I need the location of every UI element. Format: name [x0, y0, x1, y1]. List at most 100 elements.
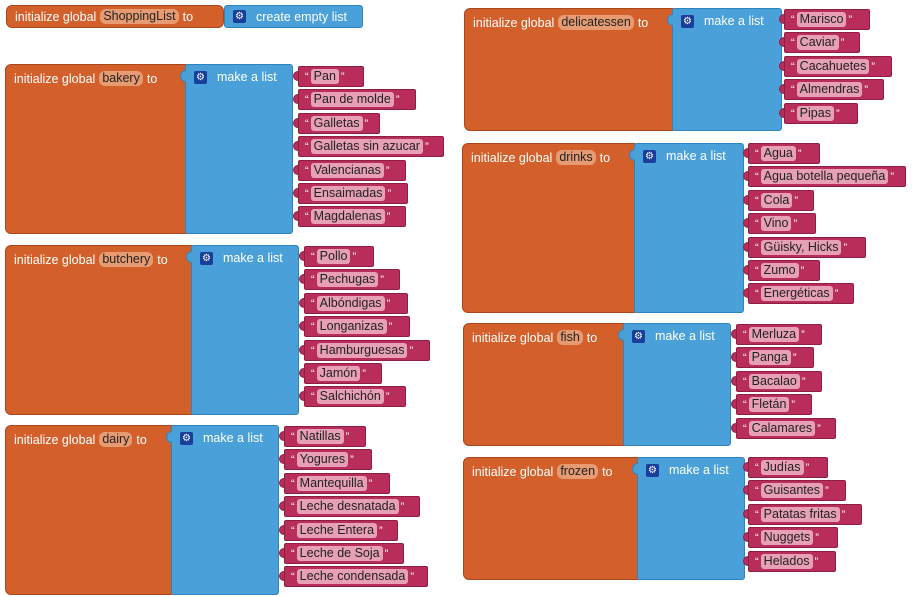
text-item[interactable]: “Pipas” [784, 103, 858, 124]
text-value[interactable]: Leche desnatada [296, 499, 399, 514]
text-item[interactable]: “Yogures” [284, 449, 372, 470]
text-item[interactable]: “Merluza” [736, 324, 822, 345]
text-item[interactable]: “Guisantes” [748, 480, 846, 501]
variable-name-drinks[interactable]: drinks [556, 150, 596, 165]
make-a-list-block-butchery[interactable]: ⚙ make a list [191, 245, 299, 415]
text-value[interactable]: Vino [760, 216, 792, 231]
init-block-fish[interactable]: initialize global fish to [463, 323, 629, 446]
text-item[interactable]: “Leche Entera” [284, 520, 398, 541]
text-value[interactable]: Almendras [796, 82, 863, 97]
text-item[interactable]: “Patatas fritas” [748, 504, 862, 525]
text-value[interactable]: Salchichón [316, 389, 384, 404]
text-value[interactable]: Pan [310, 69, 339, 84]
text-value[interactable]: Pollo [316, 249, 351, 264]
text-value[interactable]: Mantequilla [296, 476, 367, 491]
text-value[interactable]: Pipas [796, 106, 834, 121]
variable-name-shoppinglist[interactable]: ShoppingList [100, 9, 179, 24]
text-value[interactable]: Natillas [296, 429, 344, 444]
make-a-list-block-frozen[interactable]: ⚙ make a list [637, 457, 745, 580]
text-item[interactable]: “Magdalenas” [298, 206, 406, 227]
variable-name-dairy[interactable]: dairy [99, 432, 133, 447]
text-item[interactable]: “Güisky, Hicks” [748, 237, 866, 258]
text-item[interactable]: “Natillas” [284, 426, 366, 447]
text-item[interactable]: “Judías” [748, 457, 828, 478]
text-value[interactable]: Zumo [760, 263, 799, 278]
text-item[interactable]: “Calamares” [736, 418, 836, 439]
text-item[interactable]: “Caviar” [784, 32, 860, 53]
make-a-list-block-drinks[interactable]: ⚙ make a list [634, 143, 744, 313]
gear-icon[interactable]: ⚙ [194, 70, 207, 84]
gear-icon[interactable]: ⚙ [200, 251, 213, 265]
text-item[interactable]: “Leche de Soja” [284, 543, 404, 564]
text-value[interactable]: Güisky, Hicks [760, 240, 842, 255]
text-value[interactable]: Caviar [796, 35, 839, 50]
init-block-butchery[interactable]: initialize global butchery to [5, 245, 197, 415]
text-value[interactable]: Leche de Soja [296, 546, 383, 561]
gear-icon[interactable]: ⚙ [180, 431, 193, 445]
text-value[interactable]: Cola [760, 193, 793, 208]
text-value[interactable]: Merluza [748, 327, 800, 342]
text-item[interactable]: “Longanizas” [304, 316, 410, 337]
variable-name-frozen[interactable]: frozen [557, 464, 599, 479]
text-value[interactable]: Guisantes [760, 483, 823, 498]
text-value[interactable]: Helados [760, 554, 813, 569]
text-value[interactable]: Yogures [296, 452, 349, 467]
variable-name-fish[interactable]: fish [557, 330, 583, 345]
variable-name-butchery[interactable]: butchery [99, 252, 154, 267]
text-value[interactable]: Valencianas [310, 163, 384, 178]
text-item[interactable]: “Panga” [736, 347, 814, 368]
make-a-list-block-dairy[interactable]: ⚙ make a list [171, 425, 279, 595]
text-item[interactable]: “Cola” [748, 190, 814, 211]
text-item[interactable]: “Pollo” [304, 246, 374, 267]
text-value[interactable]: Cacahuetes [796, 59, 870, 74]
init-block-delicatessen[interactable]: initialize global delicatessen to [464, 8, 678, 131]
make-a-list-block-fish[interactable]: ⚙ make a list [623, 323, 731, 446]
text-value[interactable]: Galletas sin azucar [310, 139, 423, 154]
text-item[interactable]: “Hamburguesas” [304, 340, 430, 361]
gear-icon[interactable]: ⚙ [646, 463, 659, 477]
text-value[interactable]: Leche condensada [296, 569, 409, 584]
text-item[interactable]: “Jamón” [304, 363, 382, 384]
gear-icon[interactable]: ⚙ [233, 10, 246, 23]
text-value[interactable]: Marisco [796, 12, 847, 27]
text-value[interactable]: Energéticas [760, 286, 833, 301]
text-item[interactable]: “Agua” [748, 143, 820, 164]
variable-name-bakery[interactable]: bakery [99, 71, 143, 86]
text-item[interactable]: “Pechugas” [304, 269, 400, 290]
text-item[interactable]: “Salchichón” [304, 386, 406, 407]
text-item[interactable]: “Marisco” [784, 9, 870, 30]
text-item[interactable]: “Galletas sin azucar” [298, 136, 444, 157]
text-value[interactable]: Magdalenas [310, 209, 385, 224]
text-item[interactable]: “Zumo” [748, 260, 820, 281]
text-value[interactable]: Longanizas [316, 319, 387, 334]
text-item[interactable]: “Helados” [748, 551, 836, 572]
make-a-list-block-delicatessen[interactable]: ⚙ make a list [672, 8, 782, 131]
text-value[interactable]: Pechugas [316, 272, 379, 287]
text-item[interactable]: “Pan de molde” [298, 89, 416, 110]
text-item[interactable]: “Leche desnatada” [284, 496, 420, 517]
text-item[interactable]: “Vino” [748, 213, 816, 234]
init-block-drinks[interactable]: initialize global drinks to [462, 143, 640, 313]
text-value[interactable]: Agua botella pequeña [760, 169, 889, 184]
text-value[interactable]: Albóndigas [316, 296, 385, 311]
gear-icon[interactable]: ⚙ [681, 14, 694, 28]
text-item[interactable]: “Fletán” [736, 394, 812, 415]
text-value[interactable]: Ensaimadas [310, 186, 386, 201]
text-value[interactable]: Pan de molde [310, 92, 394, 107]
gear-icon[interactable]: ⚙ [632, 329, 645, 343]
text-value[interactable]: Bacalao [748, 374, 800, 389]
text-item[interactable]: “Nuggets” [748, 527, 838, 548]
text-item[interactable]: “Galletas” [298, 113, 380, 134]
text-value[interactable]: Calamares [748, 421, 816, 436]
text-item[interactable]: “Pan” [298, 66, 364, 87]
text-item[interactable]: “Leche condensada” [284, 566, 428, 587]
init-block-dairy[interactable]: initialize global dairy to [5, 425, 177, 595]
make-a-list-block-bakery[interactable]: ⚙ make a list [185, 64, 293, 234]
text-value[interactable]: Fletán [748, 397, 790, 412]
text-value[interactable]: Jamón [316, 366, 361, 381]
text-value[interactable]: Hamburguesas [316, 343, 408, 358]
create-empty-list-block[interactable]: ⚙ create empty list [224, 5, 363, 28]
text-item[interactable]: “Almendras” [784, 79, 884, 100]
init-block-shoppinglist[interactable]: initialize global ShoppingList to [6, 5, 224, 28]
variable-name-delicatessen[interactable]: delicatessen [558, 15, 634, 30]
